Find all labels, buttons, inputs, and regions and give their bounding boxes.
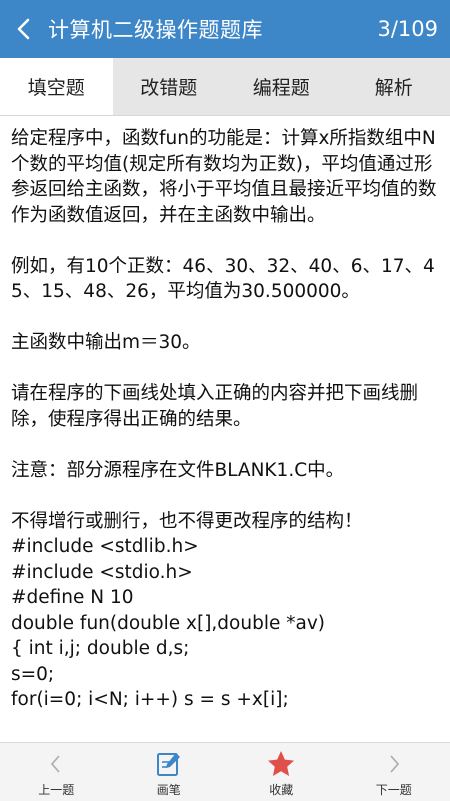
code-line: #include <stdlib.h> <box>11 534 438 560</box>
tab-fix-error[interactable]: 改错题 <box>113 58 226 115</box>
chevron-left-icon <box>14 17 34 41</box>
question-paragraph: 例如，有10个正数：46、30、32、40、6、17、45、15、48、26，平… <box>11 254 438 305</box>
question-content[interactable]: 给定程序中，函数fun的功能是：计算x所指数组中N个数的平均值(规定所有数均为正… <box>0 116 450 742</box>
question-counter: 3/109 <box>377 17 450 41</box>
question-paragraph: 给定程序中，函数fun的功能是：计算x所指数组中N个数的平均值(规定所有数均为正… <box>11 126 438 228</box>
code-line: { int i,j; double d,s; <box>11 636 438 662</box>
tab-fill-blank[interactable]: 填空题 <box>0 58 113 115</box>
page-title: 计算机二级操作题题库 <box>48 14 377 44</box>
pen-button[interactable]: 画笔 <box>113 743 226 801</box>
back-button[interactable] <box>0 0 48 58</box>
chevron-right-icon <box>385 749 403 779</box>
question-paragraph: 请在程序的下画线处填入正确的内容并把下画线删除，使程序得出正确的结果。 <box>11 381 438 432</box>
code-line: #define N 10 <box>11 585 438 611</box>
favorite-label: 收藏 <box>269 781 293 798</box>
code-line: #include <stdio.h> <box>11 560 438 586</box>
tab-programming[interactable]: 编程题 <box>225 58 338 115</box>
code-line: 不得增行或删行，也不得更改程序的结构！ <box>11 509 438 535</box>
chevron-left-icon <box>47 749 65 779</box>
star-icon <box>266 749 296 779</box>
pen-label: 画笔 <box>157 781 181 798</box>
code-line: double fun(double x[],double *av) <box>11 611 438 637</box>
pencil-note-icon <box>155 749 183 779</box>
prev-question-label: 上一题 <box>38 781 74 798</box>
code-block: 不得增行或删行，也不得更改程序的结构！ #include <stdlib.h> … <box>11 509 438 713</box>
favorite-button[interactable]: 收藏 <box>225 743 338 801</box>
question-tabs: 填空题 改错题 编程题 解析 <box>0 58 450 116</box>
question-paragraph: 注意：部分源程序在文件BLANK1.C中。 <box>11 458 438 484</box>
tab-analysis[interactable]: 解析 <box>338 58 450 115</box>
bottom-nav: 上一题 画笔 收藏 下一题 <box>0 742 450 801</box>
prev-question-button[interactable]: 上一题 <box>0 743 113 801</box>
question-text: 给定程序中，函数fun的功能是：计算x所指数组中N个数的平均值(规定所有数均为正… <box>11 126 438 483</box>
app-header: 计算机二级操作题题库 3/109 <box>0 0 450 58</box>
code-line: for(i=0; i<N; i++) s = s +x[i]; <box>11 687 438 713</box>
next-question-button[interactable]: 下一题 <box>338 743 450 801</box>
question-paragraph: 主函数中输出m＝30。 <box>11 330 438 356</box>
code-line: s=0; <box>11 662 438 688</box>
next-question-label: 下一题 <box>376 781 412 798</box>
